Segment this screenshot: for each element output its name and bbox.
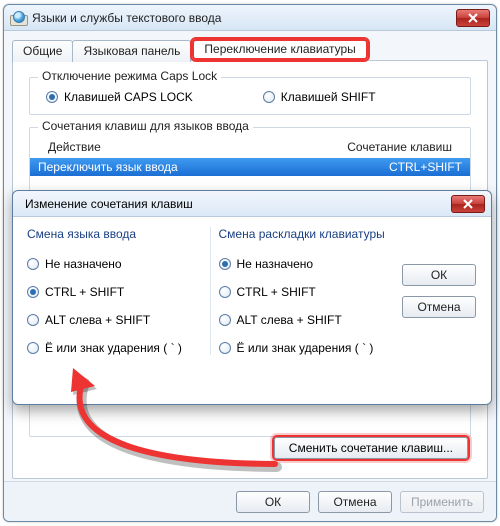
radio-lang-yo[interactable]: Ё или знак ударения ( ` )	[27, 341, 202, 355]
radio-icon	[219, 342, 231, 354]
group-capslock: Отключение режима Caps Lock Клавишей CAP…	[29, 77, 471, 115]
close-icon	[468, 13, 478, 23]
radio-layout-altshift[interactable]: ALT слева + SHIFT	[219, 313, 394, 327]
radio-icon	[27, 258, 39, 270]
radio-icon	[27, 342, 39, 354]
radio-icon	[27, 314, 39, 326]
tabstrip: Общие Языковая панель Переключение клави…	[12, 37, 496, 61]
radio-icon	[219, 286, 231, 298]
cancel-button[interactable]: Отмена	[318, 491, 392, 513]
dialog-body: Смена языка ввода Не назначено CTRL + SH…	[13, 217, 491, 365]
col-keyboard-layout: Смена раскладки клавиатуры Не назначено …	[219, 227, 394, 355]
radio-label: Не назначено	[45, 257, 122, 271]
ok-button[interactable]: ОК	[236, 491, 310, 513]
dialog-ok-button[interactable]: ОК	[402, 264, 476, 286]
radio-icon	[219, 314, 231, 326]
radio-label: Не назначено	[237, 257, 314, 271]
separator	[210, 227, 211, 355]
radio-label: Клавишей CAPS LOCK	[64, 90, 193, 104]
dialog-close-button[interactable]	[451, 195, 485, 213]
radio-icon	[27, 286, 39, 298]
window-title: Языки и службы текстового ввода	[32, 11, 221, 25]
close-icon	[463, 199, 473, 209]
tab-general[interactable]: Общие	[12, 40, 73, 62]
dialog-cancel-button[interactable]: Отмена	[402, 296, 476, 318]
radio-label: Ё или знак ударения ( ` )	[237, 341, 374, 355]
change-hotkey-button[interactable]: Сменить сочетание клавиш...	[274, 437, 468, 459]
radio-layout-none[interactable]: Не назначено	[219, 257, 394, 271]
radio-label: CTRL + SHIFT	[237, 285, 316, 299]
capslock-options: Клавишей CAPS LOCK Клавишей SHIFT	[40, 88, 460, 106]
radio-capslock-caps[interactable]: Клавишей CAPS LOCK	[46, 90, 193, 104]
radio-lang-altshift[interactable]: ALT слева + SHIFT	[27, 313, 202, 327]
group-legend-hotkeys: Сочетания клавиш для языков ввода	[38, 119, 253, 133]
hotkeys-header: Действие Сочетание клавиш	[40, 138, 460, 158]
radio-capslock-shift[interactable]: Клавишей SHIFT	[263, 90, 376, 104]
close-button[interactable]	[456, 9, 490, 27]
dialog-title: Изменение сочетания клавиш	[25, 197, 193, 211]
radio-label: ALT слева + SHIFT	[45, 313, 150, 327]
col-title-left: Смена языка ввода	[27, 227, 202, 241]
col-input-language: Смена языка ввода Не назначено CTRL + SH…	[27, 227, 202, 355]
group-legend-capslock: Отключение режима Caps Lock	[38, 69, 221, 83]
dialog-titlebar[interactable]: Изменение сочетания клавиш	[13, 191, 491, 217]
bottom-bar: ОК Отмена Применить	[4, 481, 496, 521]
tab-language-bar[interactable]: Языковая панель	[72, 40, 191, 62]
radio-layout-yo[interactable]: Ё или знак ударения ( ` )	[219, 341, 394, 355]
radio-label: Клавишей SHIFT	[281, 90, 376, 104]
radio-label: Ё или знак ударения ( ` )	[45, 341, 182, 355]
row-action: Переключить язык ввода	[38, 160, 389, 174]
radio-icon	[263, 91, 275, 103]
radio-label: ALT слева + SHIFT	[237, 313, 342, 327]
row-keys: CTRL+SHIFT	[389, 160, 462, 174]
radio-icon	[46, 91, 58, 103]
radio-icon	[219, 258, 231, 270]
dialog-buttons: ОК Отмена	[397, 227, 481, 355]
radio-label: CTRL + SHIFT	[45, 285, 124, 299]
tab-keyboard-switch[interactable]: Переключение клавиатуры	[190, 37, 369, 62]
keyboard-globe-icon	[10, 11, 26, 25]
col-action: Действие	[48, 140, 347, 154]
col-keys: Сочетание клавиш	[347, 140, 452, 154]
radio-layout-ctrlshift[interactable]: CTRL + SHIFT	[219, 285, 394, 299]
dialog-change-hotkeys: Изменение сочетания клавиш Смена языка в…	[12, 190, 492, 405]
radio-lang-ctrlshift[interactable]: CTRL + SHIFT	[27, 285, 202, 299]
radio-lang-none[interactable]: Не назначено	[27, 257, 202, 271]
apply-button[interactable]: Применить	[400, 491, 484, 513]
titlebar[interactable]: Языки и службы текстового ввода	[4, 5, 496, 31]
hotkeys-row-selected[interactable]: Переключить язык ввода CTRL+SHIFT	[30, 158, 470, 176]
col-title-right: Смена раскладки клавиатуры	[219, 227, 394, 241]
